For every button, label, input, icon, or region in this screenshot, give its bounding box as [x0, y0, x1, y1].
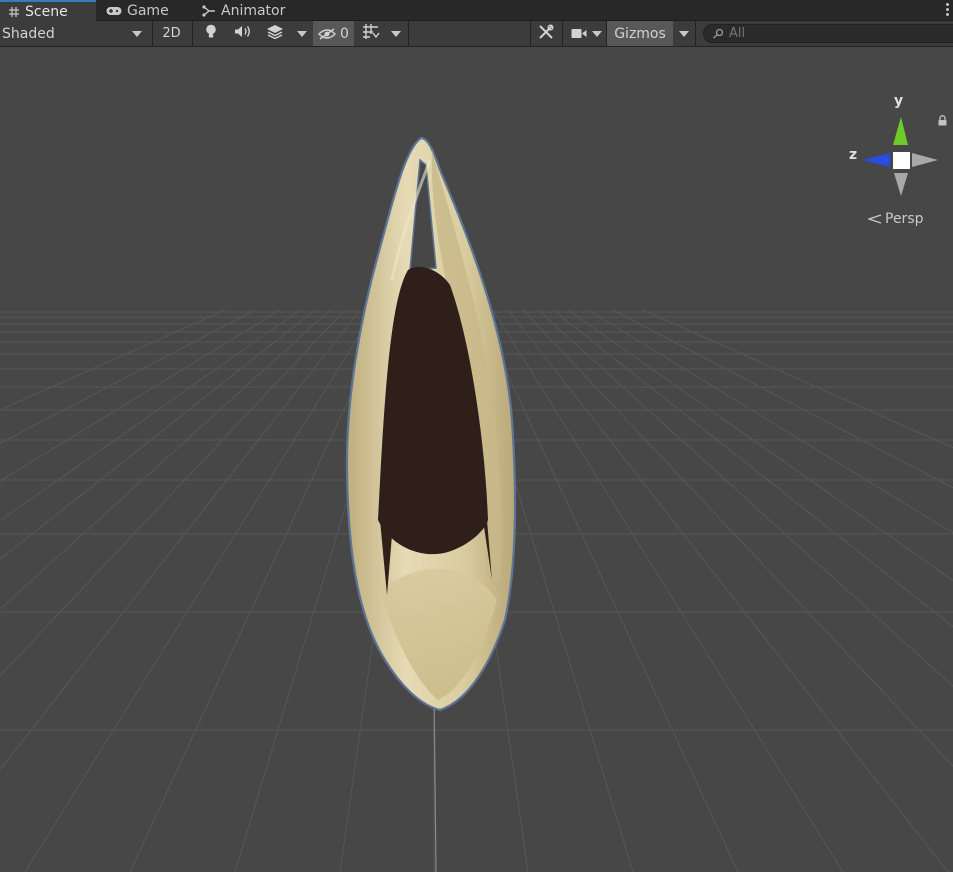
chevron-down-icon	[132, 30, 142, 37]
2d-toggle-label: 2D	[162, 26, 181, 41]
search-field[interactable]	[703, 24, 953, 43]
kebab-menu-icon[interactable]	[946, 3, 949, 18]
tab-animator[interactable]: Animator	[194, 0, 304, 21]
seed-husk-model	[345, 136, 517, 712]
tab-game-label: Game	[127, 2, 169, 19]
neg-z-axis-cone	[912, 153, 938, 167]
lighting-toggle-button[interactable]	[199, 21, 223, 46]
effects-toggle-button[interactable]	[262, 21, 288, 46]
tools-button[interactable]	[533, 21, 559, 46]
scene-viewport[interactable]: y z Persp	[0, 47, 953, 872]
draw-mode-dropdown[interactable]: Shaded	[0, 21, 150, 46]
neg-y-axis-cone	[894, 173, 908, 196]
search-icon	[712, 28, 724, 39]
audio-toggle-button[interactable]	[230, 21, 256, 46]
window-tab-bar: Scene Game Animator	[0, 0, 953, 21]
gamepad-icon	[106, 6, 122, 16]
hidden-count: 0	[340, 25, 349, 42]
tools-icon	[538, 24, 554, 44]
center-cube	[893, 152, 910, 169]
tab-animator-label: Animator	[221, 2, 286, 19]
chevron-down-icon	[391, 30, 401, 37]
grid-snap-icon	[362, 23, 380, 44]
camera-icon	[571, 28, 587, 39]
gizmos-label: Gizmos	[614, 25, 666, 42]
search-input[interactable]	[729, 26, 929, 41]
chevron-down-icon	[679, 30, 689, 37]
animator-icon	[202, 4, 216, 17]
layers-icon	[266, 24, 284, 43]
speaker-icon	[234, 25, 252, 42]
scene-render	[0, 136, 953, 872]
tab-scene-label: Scene	[25, 3, 68, 20]
effects-dropdown[interactable]	[292, 21, 312, 46]
scene-toolbar: Shaded 2D 0 Gizmos All	[0, 21, 953, 47]
tab-scene[interactable]: Scene	[0, 0, 96, 21]
lightbulb-icon	[205, 24, 217, 43]
chevron-down-icon	[297, 30, 307, 37]
hidden-objects-toggle[interactable]: 0	[313, 21, 354, 46]
projection-label: Persp	[885, 211, 924, 227]
camera-settings-button[interactable]	[566, 21, 606, 46]
2d-toggle-button[interactable]: 2D	[157, 21, 186, 46]
z-axis-label: z	[849, 147, 858, 163]
y-axis-cone	[893, 117, 908, 145]
y-axis-label: y	[894, 93, 904, 109]
grid-dropdown[interactable]	[386, 21, 406, 46]
gizmos-dropdown[interactable]	[674, 21, 694, 46]
grid-icon	[8, 6, 20, 18]
tab-game[interactable]: Game	[98, 0, 186, 21]
projection-toggle[interactable]: Persp	[868, 211, 924, 227]
draw-mode-value: Shaded	[2, 25, 55, 42]
orientation-gizmo[interactable]: y z	[838, 93, 948, 209]
gizmos-toggle-button[interactable]: Gizmos	[607, 21, 673, 46]
chevron-down-icon	[591, 30, 602, 37]
z-axis-cone	[862, 153, 890, 167]
eye-hidden-icon	[318, 27, 337, 40]
perspective-icon	[868, 214, 882, 224]
grid-snap-button[interactable]	[358, 21, 383, 46]
